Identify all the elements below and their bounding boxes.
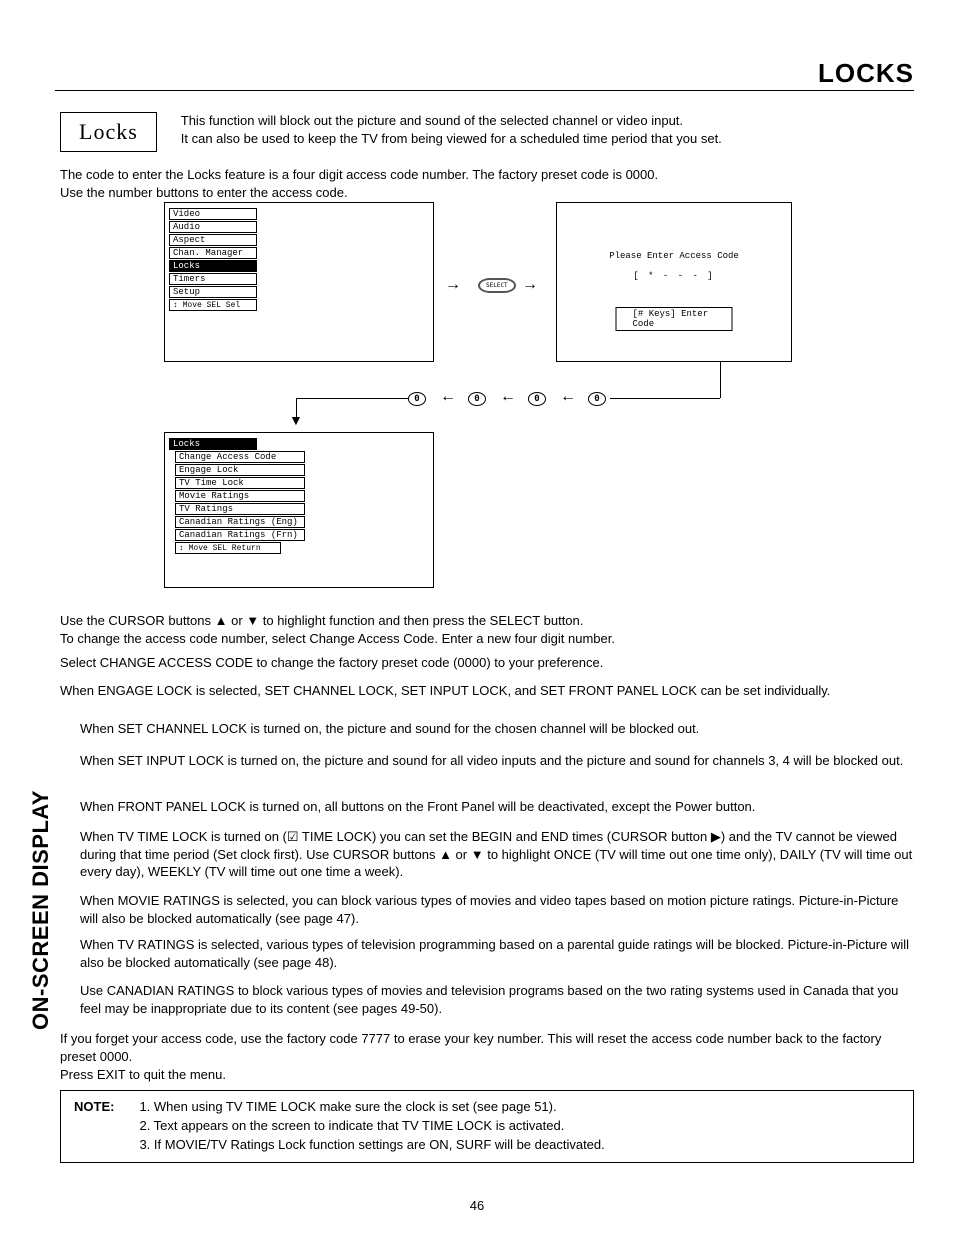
p2a: Use the CURSOR buttons ▲ or ▼ to highlig… — [60, 613, 583, 628]
para1-l2: Use the number buttons to enter the acce… — [60, 185, 348, 200]
osd-locks-menu: Locks Change Access Code Engage Lock TV … — [164, 432, 434, 588]
osd1-item-video: Video — [169, 208, 257, 220]
para-canadian-ratings: Use CANADIAN RATINGS to block various ty… — [80, 982, 914, 1017]
connector-line — [720, 362, 721, 398]
arrow-down-icon: ▼ — [289, 412, 303, 428]
select-button: SELECT — [478, 278, 516, 293]
osd2-hint: ↕ Move SEL Return — [175, 542, 281, 554]
osd1-item-setup: Setup — [169, 286, 257, 298]
note-label: NOTE: — [73, 1097, 138, 1156]
osd1-item-chan-manager: Chan. Manager — [169, 247, 257, 259]
key-0: 0 — [528, 392, 546, 406]
page-header-title: LOCKS — [818, 58, 914, 89]
arrow-icon: ← — [440, 388, 456, 406]
para-cursor: Use the CURSOR buttons ▲ or ▼ to highlig… — [60, 612, 615, 647]
para-set-input-lock: When SET INPUT LOCK is turned on, the pi… — [80, 752, 914, 770]
arrow-icon: → — [522, 276, 538, 294]
para-forget-code: If you forget your access code, use the … — [60, 1030, 914, 1065]
para-change-access: Select CHANGE ACCESS CODE to change the … — [60, 654, 603, 672]
osd2-movie-ratings: Movie Ratings — [175, 490, 305, 502]
connector-line — [610, 398, 720, 399]
osd1-item-timers: Timers — [169, 273, 257, 285]
page-number: 46 — [0, 1198, 954, 1213]
osd1-item-aspect: Aspect — [169, 234, 257, 246]
para-tv-ratings: When TV RATINGS is selected, various typ… — [80, 936, 914, 971]
key-0: 0 — [588, 392, 606, 406]
note-3: 3. If MOVIE/TV Ratings Lock function set… — [139, 1137, 604, 1152]
para-front-panel-lock: When FRONT PANEL LOCK is turned on, all … — [80, 798, 914, 816]
intro-line1: This function will block out the picture… — [181, 113, 683, 128]
osd1-item-audio: Audio — [169, 221, 257, 233]
para-engage-lock: When ENGAGE LOCK is selected, SET CHANNE… — [60, 682, 914, 700]
para-set-channel-lock: When SET CHANNEL LOCK is turned on, the … — [80, 720, 914, 738]
access-prompt: Please Enter Access Code — [557, 251, 791, 261]
access-code-panel: Please Enter Access Code [ * - - - ] [# … — [556, 202, 792, 362]
para-press-exit: Press EXIT to quit the menu. — [60, 1066, 226, 1084]
page: LOCKS ON-SCREEN DISPLAY Locks This funct… — [0, 0, 954, 1235]
arrow-icon: → — [445, 276, 461, 294]
osd2-canadian-frn: Canadian Ratings (Frn) — [175, 529, 305, 541]
osd2-tv-time-lock: TV Time Lock — [175, 477, 305, 489]
para-access-code-intro: The code to enter the Locks feature is a… — [60, 166, 658, 201]
header-rule — [55, 90, 914, 91]
sidebar-label: ON-SCREEN DISPLAY — [28, 790, 54, 1030]
key-0: 0 — [408, 392, 426, 406]
note-1: 1. When using TV TIME LOCK make sure the… — [139, 1099, 556, 1114]
intro-row: Locks This function will block out the p… — [60, 112, 914, 152]
access-mask: [ * - - - ] — [557, 271, 791, 281]
osd2-change-access-code: Change Access Code — [175, 451, 305, 463]
key-0: 0 — [468, 392, 486, 406]
osd2-title: Locks — [169, 438, 257, 450]
arrow-icon: ← — [500, 388, 516, 406]
note-2: 2. Text appears on the screen to indicat… — [139, 1118, 564, 1133]
p2b: To change the access code number, select… — [60, 631, 615, 646]
note-box: NOTE: 1. When using TV TIME LOCK make su… — [60, 1090, 914, 1163]
intro-text: This function will block out the picture… — [181, 112, 722, 148]
intro-line2: It can also be used to keep the TV from … — [181, 131, 722, 146]
osd2-engage-lock: Engage Lock — [175, 464, 305, 476]
para-tv-time-lock: When TV TIME LOCK is turned on (☑ TIME L… — [80, 828, 914, 881]
osd1-hint: ↕ Move SEL Sel — [169, 299, 257, 311]
access-hint: [# Keys] Enter Code — [616, 307, 733, 331]
osd1-item-locks: Locks — [169, 260, 257, 272]
connector-line — [296, 398, 408, 399]
osd2-tv-ratings: TV Ratings — [175, 503, 305, 515]
osd-main-menu: Video Audio Aspect Chan. Manager Locks T… — [164, 202, 434, 362]
section-title-box: Locks — [60, 112, 157, 152]
osd2-canadian-eng: Canadian Ratings (Eng) — [175, 516, 305, 528]
arrow-icon: ← — [560, 388, 576, 406]
para-movie-ratings: When MOVIE RATINGS is selected, you can … — [80, 892, 914, 927]
para1-l1: The code to enter the Locks feature is a… — [60, 167, 658, 182]
